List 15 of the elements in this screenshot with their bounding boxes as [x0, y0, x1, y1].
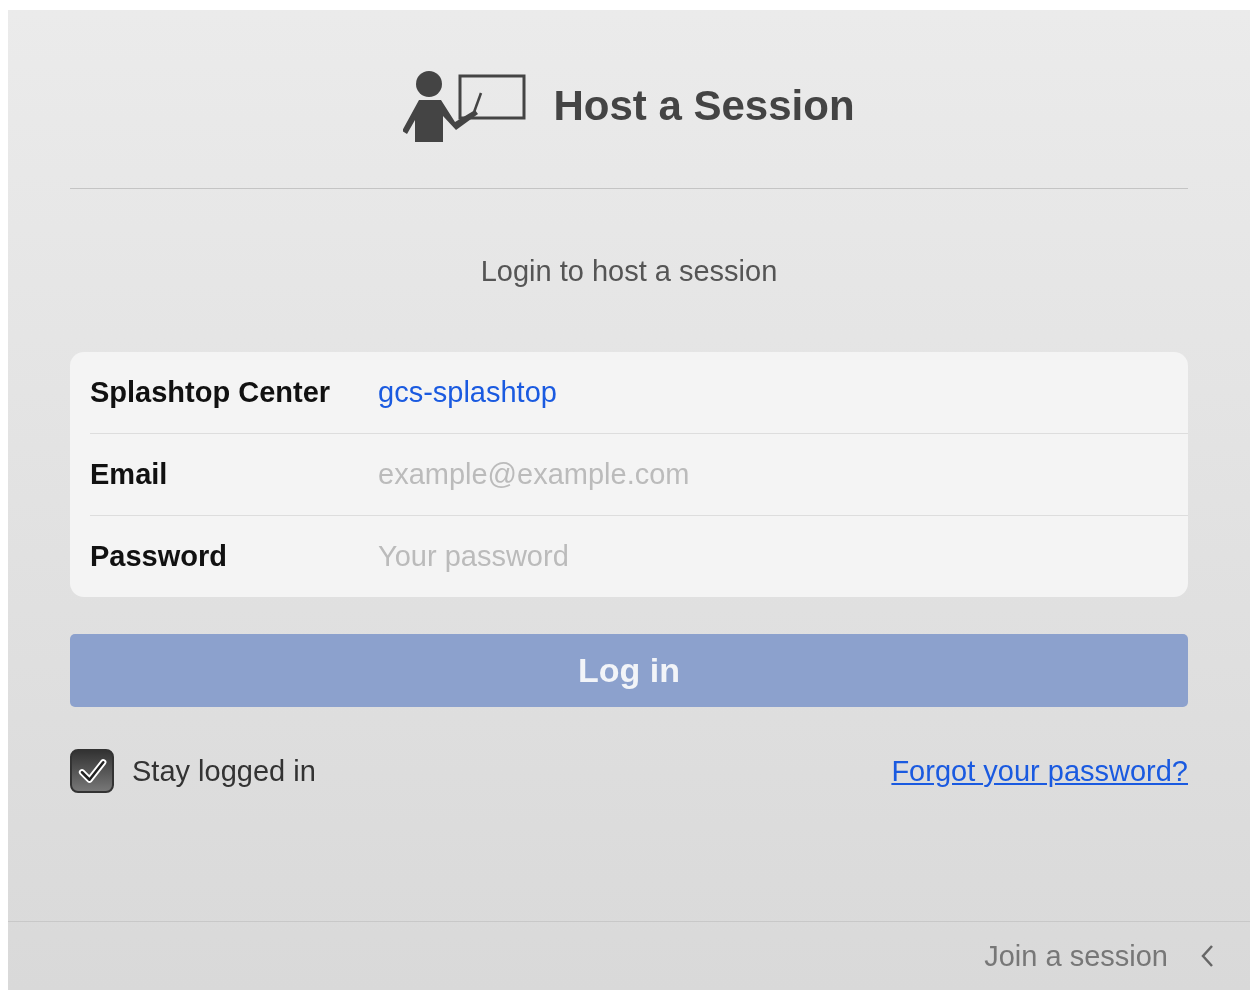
checkbox-label: Stay logged in: [132, 754, 316, 788]
input-field[interactable]: gcs-splashtop: [378, 376, 1188, 409]
forgot-password-link[interactable]: Forgot your password?: [891, 754, 1188, 788]
checkbox[interactable]: [70, 749, 114, 793]
field-label: Email: [90, 458, 169, 491]
join-session-link[interactable]: Join a session: [984, 939, 1168, 973]
chevron-left-icon[interactable]: [1200, 944, 1214, 968]
page-title: Host a Session: [553, 82, 855, 130]
field-label: Password: [90, 540, 228, 573]
field-label: Splashtop Center: [90, 376, 332, 409]
subtitle: Login to host a session: [479, 255, 779, 288]
input-field[interactable]: Your password: [378, 540, 1188, 573]
input-field[interactable]: example@example.com: [378, 458, 1188, 491]
presenter-icon: [403, 70, 528, 142]
checkmark-icon: [77, 756, 107, 786]
